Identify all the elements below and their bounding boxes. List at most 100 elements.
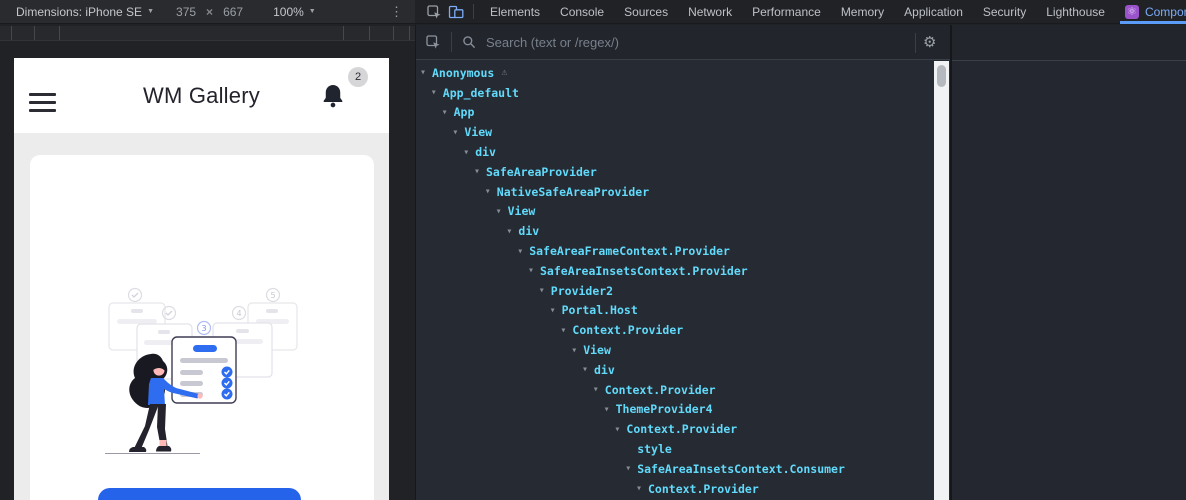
tab-label: Elements <box>490 5 540 19</box>
tree-row-context-provider[interactable]: ▾Context.Provider <box>416 320 934 340</box>
tree-row-context-provider[interactable]: ▾Context.Provider <box>416 479 934 499</box>
tree-row-view[interactable]: ▾View <box>416 202 934 222</box>
tree-row-app[interactable]: ▾App <box>416 103 934 123</box>
expand-arrow-icon[interactable]: ▾ <box>582 364 594 375</box>
tree-row-div[interactable]: ▾div <box>416 142 934 162</box>
notification-count-badge: 2 <box>348 67 368 87</box>
zoom-select[interactable]: 100% ▼ <box>273 5 316 19</box>
dimensions-label: Dimensions: iPhone SE <box>16 5 142 19</box>
expand-arrow-icon[interactable]: ▾ <box>474 166 486 177</box>
tree-row-anonymous[interactable]: ▾Anonymous⚠ <box>416 63 934 83</box>
tree-row-safeareaframecontext-provider[interactable]: ▾SafeAreaFrameContext.Provider <box>416 241 934 261</box>
tab-sources[interactable]: Sources <box>614 0 678 24</box>
onboarding-illustration: 5 4 3 <box>100 283 300 458</box>
tree-row-style[interactable]: ▾style <box>416 439 934 459</box>
tree-row-safeareainsetscontext-consumer[interactable]: ▾SafeAreaInsetsContext.Consumer <box>416 459 934 479</box>
tree-row-app-default[interactable]: ▾App_default <box>416 83 934 103</box>
tab-label: Network <box>688 5 732 19</box>
tree-row-provider2[interactable]: ▾Provider2 <box>416 281 934 301</box>
expand-arrow-icon[interactable]: ▾ <box>496 206 508 217</box>
expand-arrow-icon[interactable]: ▾ <box>452 127 464 138</box>
expand-arrow-icon[interactable]: ▾ <box>442 107 454 118</box>
notification-bell-icon[interactable] <box>319 81 347 111</box>
component-name: View <box>583 343 611 357</box>
devtools-tab-bar: Elements ConsoleSources Network Performance… <box>415 0 1186 24</box>
tab-lighthouse[interactable]: Lighthouse <box>1036 0 1115 24</box>
expand-arrow-icon[interactable]: ▾ <box>636 483 648 494</box>
expand-arrow-icon[interactable]: ▾ <box>539 285 551 296</box>
devtools-tabs: Elements ConsoleSources Network Performance… <box>480 0 1186 24</box>
kebab-menu-icon[interactable]: ⋮ <box>390 4 403 20</box>
primary-action-button[interactable] <box>98 488 301 500</box>
expand-arrow-icon[interactable]: ▾ <box>550 305 562 316</box>
component-name: Anonymous <box>432 66 494 80</box>
tab-elements[interactable]: Elements <box>480 0 550 24</box>
component-name: div <box>594 363 615 377</box>
component-name: SafeAreaFrameContext.Provider <box>529 244 730 258</box>
gear-icon[interactable]: ⚙ <box>923 25 936 60</box>
device-screen: WM Gallery 2 <box>14 58 389 500</box>
expand-arrow-icon[interactable]: ▾ <box>431 87 443 98</box>
component-name: SafeAreaInsetsContext.Consumer <box>637 462 845 476</box>
component-tree: ▾Anonymous⚠▾App_default▾App▾View▾div▾Saf… <box>416 61 934 500</box>
svg-text:5: 5 <box>270 291 275 300</box>
expand-arrow-icon[interactable]: ▾ <box>517 246 529 257</box>
expand-arrow-icon[interactable]: ▾ <box>614 424 626 435</box>
tree-scrollbar[interactable] <box>934 61 949 500</box>
device-height-field[interactable]: 667 <box>223 5 243 19</box>
expand-arrow-icon[interactable]: ▾ <box>604 404 616 415</box>
tab-application[interactable]: Application <box>894 0 973 24</box>
tree-row-view[interactable]: ▾View <box>416 122 934 142</box>
divider <box>451 32 452 52</box>
component-name: Context.Provider <box>605 383 716 397</box>
expand-arrow-icon[interactable]: ▾ <box>625 463 637 474</box>
tab-security[interactable]: Security <box>973 0 1036 24</box>
component-name: style <box>637 442 672 456</box>
devtools-window: Dimensions: iPhone SE ▼ 375 × 667 100% ▼… <box>0 0 1186 500</box>
tree-row-div[interactable]: ▾div <box>416 360 934 380</box>
expand-arrow-icon[interactable]: ▾ <box>571 345 583 356</box>
props-pane <box>952 61 1186 500</box>
search-input[interactable] <box>484 34 818 51</box>
inspect-element-icon[interactable] <box>423 0 445 24</box>
tree-row-context-provider[interactable]: ▾Context.Provider <box>416 380 934 400</box>
component-name: div <box>475 145 496 159</box>
expand-arrow-icon[interactable]: ▾ <box>593 384 605 395</box>
tree-row-safeareaprovider[interactable]: ▾SafeAreaProvider <box>416 162 934 182</box>
search-icon <box>462 35 476 49</box>
component-name: SafeAreaProvider <box>486 165 597 179</box>
tab-label: Memory <box>841 5 884 19</box>
tree-row-nativesafeareaprovider[interactable]: ▾NativeSafeAreaProvider <box>416 182 934 202</box>
tree-row-view[interactable]: ▾View <box>416 340 934 360</box>
dimensions-select[interactable]: Dimensions: iPhone SE ▼ <box>16 5 154 19</box>
tree-row-div[interactable]: ▾div <box>416 221 934 241</box>
expand-arrow-icon[interactable]: ▾ <box>560 325 572 336</box>
scrollbar-thumb[interactable] <box>937 65 946 87</box>
tab-performance[interactable]: Performance <box>742 0 831 24</box>
expand-arrow-icon[interactable]: ▾ <box>420 67 432 78</box>
tab-network[interactable]: Network <box>678 0 742 24</box>
inspect-component-icon[interactable] <box>425 34 441 50</box>
chevron-down-icon: ▼ <box>147 8 154 15</box>
tree-row-themeprovider4[interactable]: ▾ThemeProvider4 <box>416 400 934 420</box>
device-width-field[interactable]: 375 <box>176 5 196 19</box>
tree-row-portal-host[interactable]: ▾Portal.Host <box>416 301 934 321</box>
react-logo-icon: ⚛ <box>1125 5 1139 19</box>
expand-arrow-icon[interactable]: ▾ <box>506 226 518 237</box>
svg-text:3: 3 <box>201 324 206 333</box>
tab-components[interactable]: ⚛Components <box>1115 0 1186 24</box>
app-body: 5 4 3 <box>14 133 389 500</box>
tab-console[interactable]: Console <box>550 0 614 24</box>
expand-arrow-icon[interactable]: ▾ <box>528 265 540 276</box>
tree-row-safeareainsetscontext-provider[interactable]: ▾SafeAreaInsetsContext.Provider <box>416 261 934 281</box>
component-name: Context.Provider <box>626 422 737 436</box>
content-card: 5 4 3 <box>30 155 374 500</box>
device-toolbar-toggle-icon[interactable] <box>445 0 467 24</box>
expand-arrow-icon[interactable]: ▾ <box>463 147 475 158</box>
tree-row-context-provider[interactable]: ▾Context.Provider <box>416 419 934 439</box>
divider <box>915 33 916 53</box>
component-name: App <box>454 105 475 119</box>
expand-arrow-icon[interactable]: ▾ <box>485 186 497 197</box>
tab-label: Lighthouse <box>1046 5 1105 19</box>
tab-memory[interactable]: Memory <box>831 0 894 24</box>
